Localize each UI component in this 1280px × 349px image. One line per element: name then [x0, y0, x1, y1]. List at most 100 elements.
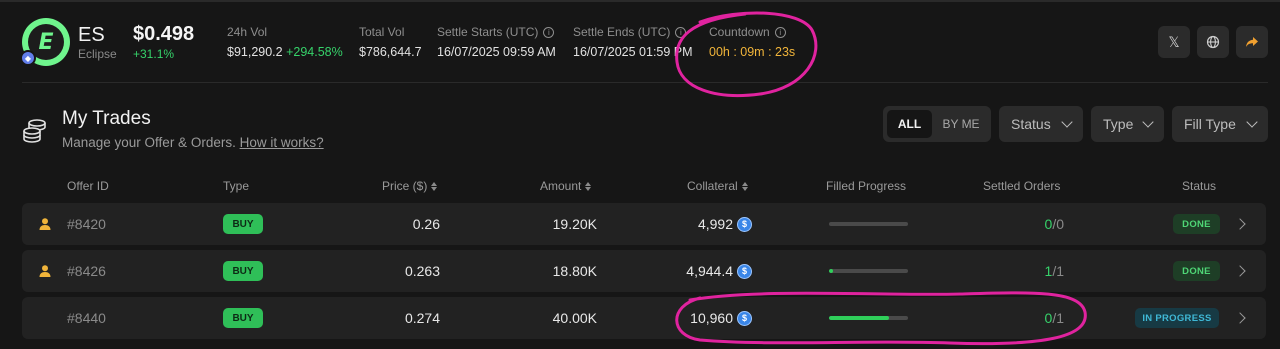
- fill-type-filter-dropdown[interactable]: Fill Type: [1172, 106, 1268, 142]
- collateral-value: 4,992: [697, 216, 733, 232]
- how-it-works-link[interactable]: How it works?: [240, 135, 324, 150]
- chevron-down-icon: [1142, 116, 1154, 128]
- sort-icon: [741, 181, 748, 191]
- stat-countdown-label: Countdown: [709, 25, 770, 39]
- column-header-settled-orders: Settled Orders: [983, 179, 1061, 193]
- column-header-status: Status: [1182, 179, 1217, 193]
- type-badge: BUY: [223, 308, 263, 328]
- x-icon: 𝕏: [1168, 33, 1180, 50]
- status-filter-label: Status: [1011, 116, 1051, 132]
- price-cell: 0.263: [404, 263, 440, 279]
- settled-done: 0: [1044, 310, 1053, 326]
- stat-settle-starts: Settle Starts (UTC) i 16/07/2025 09:59 AM: [437, 25, 556, 59]
- collateral-cell: 4,992 $: [622, 203, 752, 245]
- user-icon: [39, 218, 51, 230]
- stat-countdown-value: 00h : 09m : 23s: [709, 45, 796, 59]
- info-icon[interactable]: i: [675, 26, 687, 38]
- ethereum-chain-icon: ◆: [20, 50, 36, 66]
- usdc-coin-icon: $: [737, 216, 752, 232]
- section-subtitle-text: Manage your Offer & Orders.: [62, 135, 236, 150]
- sort-icon: [431, 181, 438, 191]
- coins-stack-icon: [23, 119, 46, 143]
- amount-cell: 40.00K: [552, 310, 597, 326]
- collateral-cell: 10,960 $: [622, 297, 752, 339]
- type-badge: BUY: [223, 261, 263, 281]
- token-name: Eclipse: [78, 47, 117, 61]
- settled-orders-cell: 1/1: [982, 250, 1064, 292]
- status-badge: DONE: [1173, 214, 1220, 234]
- fill-type-filter-label: Fill Type: [1184, 116, 1236, 132]
- collateral-cell: 4,944.4 $: [622, 250, 752, 292]
- status-badge: DONE: [1173, 261, 1220, 281]
- amount-cell: 18.80K: [552, 263, 597, 279]
- settled-total: /1: [1052, 263, 1064, 279]
- token-price-change: +31.1%: [133, 47, 175, 61]
- chevron-right-icon[interactable]: [1234, 265, 1246, 277]
- settled-orders-cell: 0/0: [982, 203, 1064, 245]
- filled-progress-bar: [829, 222, 908, 226]
- filled-progress-fill: [829, 316, 890, 320]
- sort-icon: [585, 181, 592, 191]
- header-divider: [22, 82, 1268, 83]
- amount-cell: 19.20K: [552, 216, 597, 232]
- column-header-collateral-label: Collateral: [687, 179, 738, 193]
- table-row[interactable]: #8420 BUY 0.26 19.20K 4,992 $ 0/0 DONE: [22, 203, 1266, 245]
- settled-done: 1: [1044, 263, 1053, 279]
- collateral-value: 4,944.4: [686, 263, 733, 279]
- column-header-price[interactable]: Price ($): [382, 179, 438, 193]
- offer-id: #8420: [67, 216, 106, 232]
- stat-settle-ends: Settle Ends (UTC) i 16/07/2025 01:59 PM: [573, 25, 693, 59]
- settled-done: 0: [1044, 216, 1053, 232]
- column-header-amount-label: Amount: [540, 179, 582, 193]
- section-title: My Trades: [62, 108, 151, 129]
- token-header: E ◆ ES Eclipse $0.498 +31.1% 24h Vol $91…: [0, 6, 1280, 82]
- stat-24h-vol: 24h Vol $91,290.2 +294.58%: [227, 25, 343, 59]
- type-badge: BUY: [223, 214, 263, 234]
- token-symbol: ES: [78, 24, 105, 46]
- collateral-value: 10,960: [690, 310, 733, 326]
- section-subtitle: Manage your Offer & Orders. How it works…: [62, 135, 324, 150]
- x-social-button[interactable]: 𝕏: [1158, 26, 1190, 58]
- info-icon[interactable]: i: [543, 26, 555, 38]
- column-header-collateral[interactable]: Collateral: [687, 179, 748, 193]
- chevron-right-icon[interactable]: [1234, 312, 1246, 324]
- stat-24h-vol-change: +294.58%: [286, 45, 343, 59]
- stat-total-vol-value: $786,644.7: [359, 45, 422, 59]
- usdc-coin-icon: $: [737, 310, 752, 326]
- chevron-down-icon: [1246, 116, 1258, 128]
- filter-all-button[interactable]: ALL: [887, 110, 932, 138]
- info-icon[interactable]: i: [774, 26, 786, 38]
- stat-total-vol-label: Total Vol: [359, 25, 405, 39]
- settled-orders-cell: 0/1: [982, 297, 1064, 339]
- stat-settle-starts-label: Settle Starts (UTC): [437, 25, 539, 39]
- filter-by-me-button[interactable]: BY ME: [935, 110, 987, 138]
- offer-id: #8426: [67, 263, 106, 279]
- table-row[interactable]: #8426 BUY 0.263 18.80K 4,944.4 $ 1/1 DONE: [22, 250, 1266, 292]
- chevron-right-icon[interactable]: [1234, 218, 1246, 230]
- token-logo: E ◆: [20, 18, 70, 66]
- settled-total: /1: [1052, 310, 1064, 326]
- column-header-type: Type: [223, 179, 250, 193]
- share-button[interactable]: [1236, 26, 1268, 58]
- globe-icon: [1206, 35, 1220, 49]
- stat-settle-ends-value: 16/07/2025 01:59 PM: [573, 45, 693, 59]
- price-cell: 0.274: [404, 310, 440, 326]
- column-header-amount[interactable]: Amount: [540, 179, 592, 193]
- scope-toggle: ALL BY ME: [883, 106, 991, 142]
- stat-settle-ends-label: Settle Ends (UTC): [573, 25, 671, 39]
- website-button[interactable]: [1197, 26, 1229, 58]
- filled-progress-fill: [829, 269, 833, 273]
- column-header-offer-id: Offer ID: [67, 179, 109, 193]
- filled-progress-bar: [829, 269, 908, 273]
- filled-progress-bar: [829, 316, 908, 320]
- status-filter-dropdown[interactable]: Status: [999, 106, 1083, 142]
- stat-total-vol: Total Vol $786,644.7: [359, 25, 422, 59]
- top-border: [0, 0, 1280, 2]
- share-icon: [1246, 37, 1258, 47]
- column-header-price-label: Price ($): [382, 179, 428, 193]
- table-row[interactable]: #8440 BUY 0.274 40.00K 10,960 $ 0/1 IN PR…: [22, 297, 1266, 339]
- price-cell: 0.26: [412, 216, 440, 232]
- usdc-coin-icon: $: [737, 263, 752, 279]
- status-badge: IN PROGRESS: [1135, 308, 1219, 328]
- type-filter-dropdown[interactable]: Type: [1091, 106, 1164, 142]
